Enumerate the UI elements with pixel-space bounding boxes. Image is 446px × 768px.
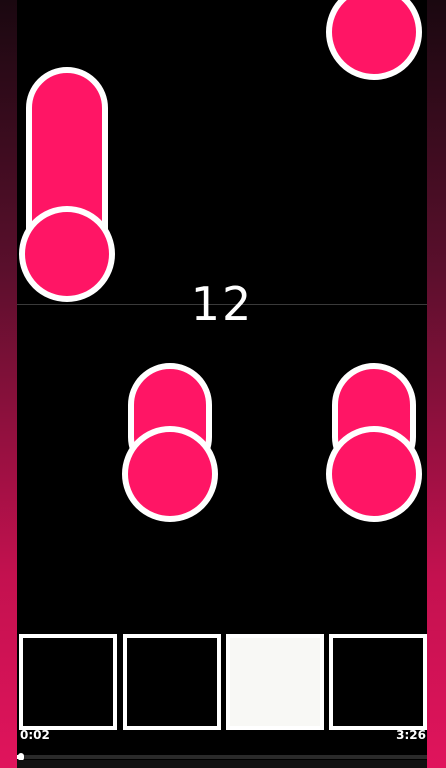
lane-button-3[interactable] — [226, 634, 324, 730]
lane-button-4[interactable] — [329, 634, 427, 730]
hold-note-icon — [19, 67, 115, 302]
lane-button-1[interactable] — [19, 634, 117, 730]
elapsed-time: 0:02 — [20, 728, 50, 742]
hold-note-icon — [326, 363, 422, 522]
game-screen: 12 0:02 3:26 — [0, 0, 446, 768]
tap-note-icon — [326, 0, 422, 80]
progress-bar[interactable] — [17, 753, 427, 761]
score-counter: 12 — [190, 277, 254, 331]
lane-buttons — [19, 634, 427, 730]
total-time: 3:26 — [396, 728, 426, 742]
lane-button-2[interactable] — [123, 634, 221, 730]
hold-note-icon — [122, 363, 218, 522]
bottom-strip — [17, 760, 427, 768]
